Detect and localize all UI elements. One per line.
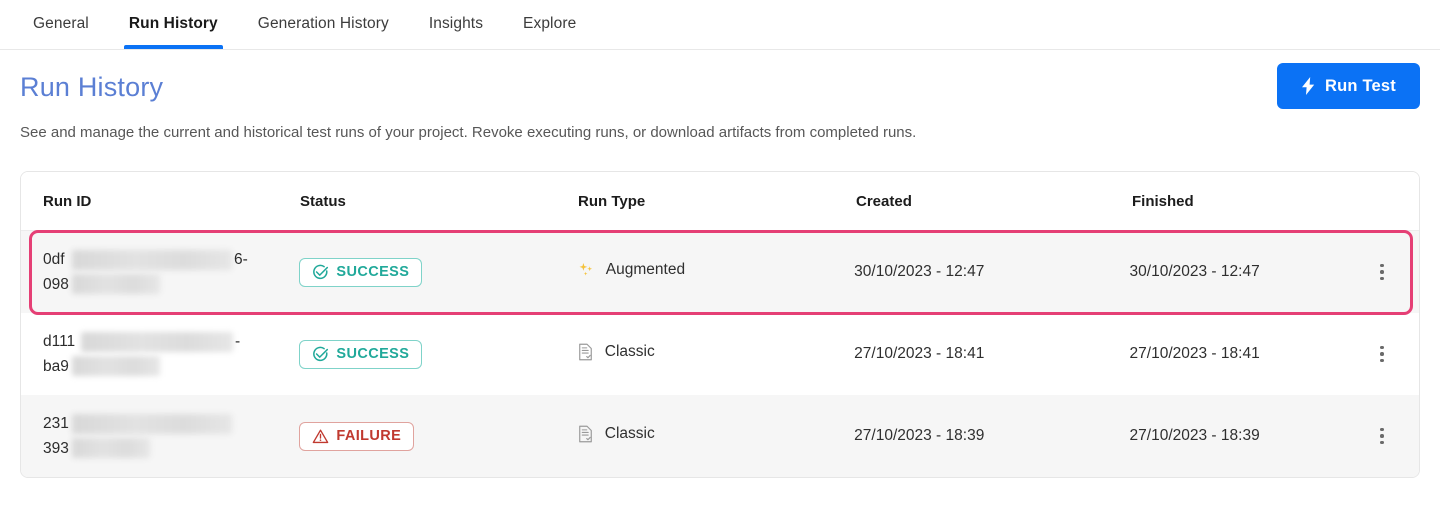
run-type-label: Classic xyxy=(604,425,655,442)
cell-run-type: Augmented xyxy=(573,261,850,283)
run-id-value: 0df 6- 098 xyxy=(43,247,248,297)
run-id-prefix: d111 xyxy=(43,333,76,350)
tab-bar: General Run History Generation History Insi… xyxy=(0,0,1440,50)
cell-run-id: 0df 6- 098 xyxy=(21,247,295,297)
cell-created: 27/10/2023 - 18:41 xyxy=(850,345,1125,363)
kebab-menu-icon[interactable] xyxy=(1369,257,1395,287)
run-test-label: Run Test xyxy=(1325,76,1396,95)
cell-finished: 27/10/2023 - 18:39 xyxy=(1126,427,1365,445)
cell-status: SUCCESS xyxy=(295,257,572,287)
finished-timestamp: 27/10/2023 - 18:39 xyxy=(1129,427,1260,444)
run-id-redaction xyxy=(81,332,233,352)
run-id-suffix: - xyxy=(235,333,241,350)
page-description: See and manage the current and historica… xyxy=(20,124,917,141)
column-header-status: Status xyxy=(300,192,346,210)
run-id-prefix: 0df xyxy=(43,251,65,268)
created-timestamp: 27/10/2023 - 18:41 xyxy=(854,345,985,362)
run-type-label: Augmented xyxy=(605,261,686,278)
kebab-menu-icon[interactable] xyxy=(1369,421,1395,451)
cell-finished: 30/10/2023 - 12:47 xyxy=(1126,263,1365,281)
finished-timestamp: 30/10/2023 - 12:47 xyxy=(1129,263,1260,280)
table-row[interactable]: 0df 6- 098 SUCCESS Augmented 30/10/2023 - 12:… xyxy=(21,230,1419,315)
run-id-redaction-2 xyxy=(72,274,160,294)
run-id-redaction xyxy=(72,250,232,270)
run-id-prefix-2: 393 xyxy=(43,440,69,457)
run-type-value: Augmented xyxy=(577,261,685,279)
cell-actions xyxy=(1365,257,1419,287)
table-body: 0df 6- 098 SUCCESS Augmented 30/10/2023 - 12:… xyxy=(21,230,1419,477)
cell-created: 30/10/2023 - 12:47 xyxy=(850,263,1125,281)
status-badge: SUCCESS xyxy=(299,257,423,287)
document-icon xyxy=(577,343,594,361)
sparkles-icon xyxy=(577,261,595,279)
created-timestamp: 30/10/2023 - 12:47 xyxy=(854,263,985,280)
run-history-table: Run ID Status Run Type Created Finished 0df 6… xyxy=(20,171,1420,478)
run-id-redaction-2 xyxy=(72,356,160,376)
warning-triangle-icon xyxy=(312,428,329,445)
status-badge: SUCCESS xyxy=(299,339,423,369)
check-circle-icon xyxy=(312,264,329,281)
run-id-prefix: 231 xyxy=(43,415,69,432)
tab-general[interactable]: General xyxy=(20,0,102,49)
run-test-button[interactable]: Run Test xyxy=(1277,63,1420,109)
column-header-run-id: Run ID xyxy=(43,192,92,210)
table-row[interactable]: 231 393 FAILURE Classic 27/10/2023 - 18:39 27… xyxy=(21,395,1419,477)
status-label: SUCCESS xyxy=(336,264,410,280)
cell-status: FAILURE xyxy=(295,421,572,451)
run-id-value: d111 - ba9 xyxy=(43,329,240,379)
status-badge: FAILURE xyxy=(299,421,415,451)
run-id-prefix-2: 098 xyxy=(43,276,69,293)
run-type-value: Classic xyxy=(577,425,655,443)
cell-created: 27/10/2023 - 18:39 xyxy=(850,427,1125,445)
cell-finished: 27/10/2023 - 18:41 xyxy=(1126,345,1365,363)
status-label: FAILURE xyxy=(336,428,402,444)
page-title: Run History xyxy=(20,72,164,102)
tab-generation-history[interactable]: Generation History xyxy=(245,0,402,49)
run-type-value: Classic xyxy=(577,343,655,361)
cell-run-type: Classic xyxy=(573,343,850,365)
cell-actions xyxy=(1365,339,1419,369)
column-header-run-type: Run Type xyxy=(578,192,646,210)
run-id-redaction-2 xyxy=(72,438,150,458)
column-header-created: Created xyxy=(856,192,912,210)
table-row[interactable]: d111 - ba9 SUCCESS Classic 27/10/2023 - 18:41… xyxy=(21,313,1419,395)
run-id-redaction xyxy=(72,414,232,434)
created-timestamp: 27/10/2023 - 18:39 xyxy=(854,427,985,444)
cell-run-id: d111 - ba9 xyxy=(21,329,295,379)
kebab-menu-icon[interactable] xyxy=(1369,339,1395,369)
page-header: Run History See and manage the current a… xyxy=(0,50,1440,144)
cell-run-type: Classic xyxy=(573,425,850,447)
status-label: SUCCESS xyxy=(336,346,410,362)
cell-actions xyxy=(1365,421,1419,451)
run-id-suffix: 6- xyxy=(234,251,248,268)
column-header-finished: Finished xyxy=(1132,192,1194,210)
document-icon xyxy=(577,425,594,443)
lightning-bolt-icon xyxy=(1301,77,1316,95)
cell-status: SUCCESS xyxy=(295,339,572,369)
tab-insights[interactable]: Insights xyxy=(416,0,496,49)
tab-run-history[interactable]: Run History xyxy=(116,0,231,49)
cell-run-id: 231 393 xyxy=(21,411,295,461)
run-id-prefix-2: ba9 xyxy=(43,358,69,375)
table-header-row: Run ID Status Run Type Created Finished xyxy=(21,172,1419,231)
finished-timestamp: 27/10/2023 - 18:41 xyxy=(1129,345,1260,362)
check-circle-icon xyxy=(312,346,329,363)
run-id-value: 231 393 xyxy=(43,411,232,461)
run-type-label: Classic xyxy=(604,343,655,360)
tab-explore[interactable]: Explore xyxy=(510,0,589,49)
